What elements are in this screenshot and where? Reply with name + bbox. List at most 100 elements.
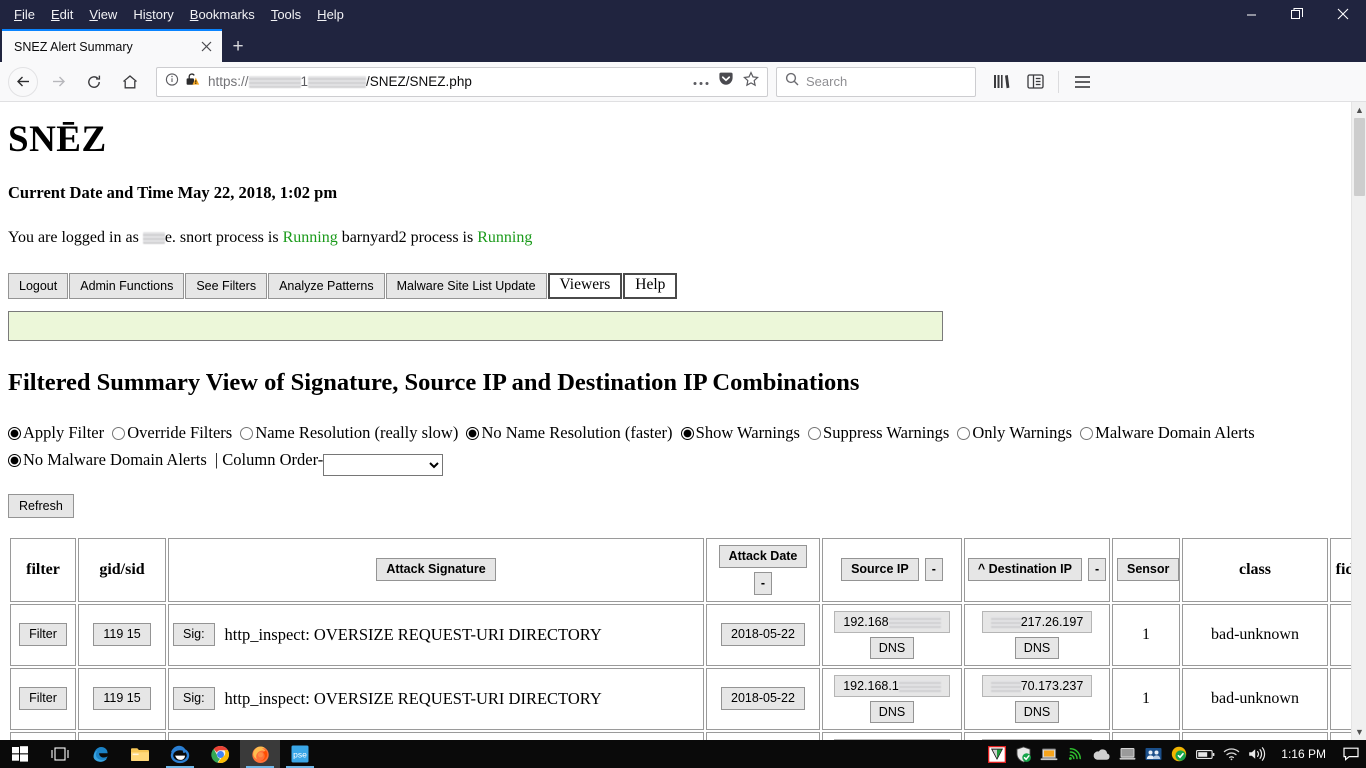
nav-button-analyze-patterns[interactable]: Analyze Patterns <box>268 273 385 299</box>
header-destination-ip-minus-button[interactable]: - <box>1088 558 1106 581</box>
scroll-up-arrow-icon[interactable]: ▲ <box>1352 102 1366 118</box>
antivirus-icon[interactable] <box>985 740 1009 768</box>
source-dns-button[interactable]: DNS <box>870 637 914 659</box>
security-check-icon[interactable] <box>1167 740 1191 768</box>
radio-override-filters-input[interactable] <box>112 427 125 440</box>
volume-icon[interactable] <box>1245 740 1269 768</box>
edge-icon[interactable] <box>80 740 120 768</box>
photoshop-elements-icon[interactable]: pse <box>280 740 320 768</box>
nav-button-logout[interactable]: Logout <box>8 273 68 299</box>
menu-help[interactable]: Help <box>309 4 352 25</box>
network-activity-icon[interactable] <box>1063 740 1087 768</box>
sidebar-toggle-icon[interactable] <box>1020 67 1050 97</box>
internet-explorer-icon[interactable] <box>160 740 200 768</box>
column-order-select[interactable] <box>323 454 443 476</box>
bookmark-star-icon[interactable] <box>743 71 759 92</box>
sig-button[interactable]: Sig: <box>173 623 215 646</box>
radio-malware-domain-alerts-input[interactable] <box>1080 427 1093 440</box>
header-destination-ip-button[interactable]: ^ Destination IP <box>968 558 1082 581</box>
windows-start-icon[interactable] <box>0 740 40 768</box>
attack-date-button[interactable]: 2018-05-22 <box>721 687 805 710</box>
defender-icon[interactable] <box>1011 740 1035 768</box>
radio-suppress-warnings[interactable]: Suppress Warnings <box>808 423 949 442</box>
header-attack-date-minus-button[interactable]: - <box>754 572 772 595</box>
menu-bookmarks[interactable]: Bookmarks <box>182 4 263 25</box>
radio-override-filters[interactable]: Override Filters <box>112 423 232 442</box>
action-center-icon[interactable] <box>1338 740 1364 768</box>
hamburger-menu-icon[interactable] <box>1067 67 1097 97</box>
radio-show-warnings[interactable]: Show Warnings <box>681 423 800 442</box>
url-bar[interactable]: https://1/SNEZ/SNEZ.php <box>156 67 768 97</box>
header-source-ip-minus-button[interactable]: - <box>925 558 943 581</box>
destination-ip-button[interactable]: 70.173.237 <box>982 675 1093 697</box>
source-ip-button[interactable]: 192.168 <box>834 611 949 633</box>
radio-name-resolution-input[interactable] <box>240 427 253 440</box>
restore-icon[interactable] <box>1274 0 1320 28</box>
header-attack-signature-button[interactable]: Attack Signature <box>376 558 495 581</box>
chrome-icon[interactable] <box>200 740 240 768</box>
library-icon[interactable] <box>986 67 1016 97</box>
display-icon[interactable] <box>1115 740 1139 768</box>
nav-button-admin-functions[interactable]: Admin Functions <box>69 273 184 299</box>
nav-button-viewers[interactable]: Viewers <box>548 273 623 299</box>
radio-no-name-resolution-input[interactable] <box>466 427 479 440</box>
source-ip-button[interactable]: 192.168.1 <box>834 675 950 697</box>
radio-only-warnings[interactable]: Only Warnings <box>957 423 1072 442</box>
pocket-save-icon[interactable] <box>718 71 734 92</box>
radio-show-warnings-input[interactable] <box>681 427 694 440</box>
page-info-icon[interactable] <box>165 72 179 91</box>
new-tab-button[interactable]: + <box>222 32 254 62</box>
attack-date-button[interactable]: 2018-05-22 <box>721 623 805 646</box>
gid-sid-button[interactable]: 119 15 <box>93 687 150 710</box>
destination-dns-button[interactable]: DNS <box>1015 701 1059 723</box>
radio-malware-domain-alerts[interactable]: Malware Domain Alerts <box>1080 423 1254 442</box>
menu-history[interactable]: History <box>125 4 181 25</box>
battery-icon[interactable] <box>1193 740 1217 768</box>
radio-only-warnings-input[interactable] <box>957 427 970 440</box>
menu-edit[interactable]: Edit <box>43 4 81 25</box>
home-button-icon[interactable] <box>114 66 146 98</box>
minimize-icon[interactable] <box>1228 0 1274 28</box>
filter-button[interactable]: Filter <box>19 687 67 710</box>
browser-tab[interactable]: SNEZ Alert Summary <box>2 29 222 62</box>
refresh-button[interactable]: Refresh <box>8 494 74 518</box>
menu-view[interactable]: View <box>81 4 125 25</box>
source-dns-button[interactable]: DNS <box>870 701 914 723</box>
close-icon[interactable] <box>1320 0 1366 28</box>
insecure-lock-warning-icon[interactable] <box>185 72 200 92</box>
team-icon[interactable] <box>1141 740 1165 768</box>
sig-button[interactable]: Sig: <box>173 687 215 710</box>
page-scrollbar[interactable]: ▲ ▼ <box>1351 102 1366 740</box>
taskbar-clock[interactable]: 1:16 PM <box>1271 747 1336 761</box>
back-button-icon[interactable] <box>8 67 38 97</box>
radio-apply-filter[interactable]: Apply Filter <box>8 423 104 442</box>
nav-button-see-filters[interactable]: See Filters <box>185 273 267 299</box>
page-actions-icon[interactable] <box>693 73 709 91</box>
wifi-icon[interactable] <box>1219 740 1243 768</box>
tab-close-icon[interactable] <box>196 37 216 57</box>
task-view-icon[interactable] <box>40 740 80 768</box>
forward-button-icon[interactable] <box>42 66 74 98</box>
file-explorer-icon[interactable] <box>120 740 160 768</box>
menu-tools[interactable]: Tools <box>263 4 309 25</box>
radio-apply-filter-input[interactable] <box>8 427 21 440</box>
destination-ip-button[interactable]: 217.26.197 <box>982 611 1093 633</box>
radio-no-malware-domain-alerts[interactable]: No Malware Domain Alerts <box>8 450 207 469</box>
gid-sid-button[interactable]: 119 15 <box>93 623 150 646</box>
scrollbar-thumb[interactable] <box>1354 118 1365 196</box>
menu-file[interactable]: File <box>6 4 43 25</box>
radio-no-name-resolution[interactable]: No Name Resolution (faster) <box>466 423 672 442</box>
nav-button-malware-site-list-update[interactable]: Malware Site List Update <box>386 273 547 299</box>
filter-button[interactable]: Filter <box>19 623 67 646</box>
nav-button-help[interactable]: Help <box>623 273 677 299</box>
firefox-icon[interactable] <box>240 740 280 768</box>
header-source-ip-button[interactable]: Source IP <box>841 558 919 581</box>
scroll-down-arrow-icon[interactable]: ▼ <box>1352 724 1366 740</box>
reload-button-icon[interactable] <box>78 66 110 98</box>
laptop-update-icon[interactable] <box>1037 740 1061 768</box>
search-bar[interactable]: Search <box>776 67 976 97</box>
destination-dns-button[interactable]: DNS <box>1015 637 1059 659</box>
header-attack-date-button[interactable]: Attack Date <box>719 545 808 568</box>
radio-no-malware-domain-alerts-input[interactable] <box>8 454 21 467</box>
radio-suppress-warnings-input[interactable] <box>808 427 821 440</box>
